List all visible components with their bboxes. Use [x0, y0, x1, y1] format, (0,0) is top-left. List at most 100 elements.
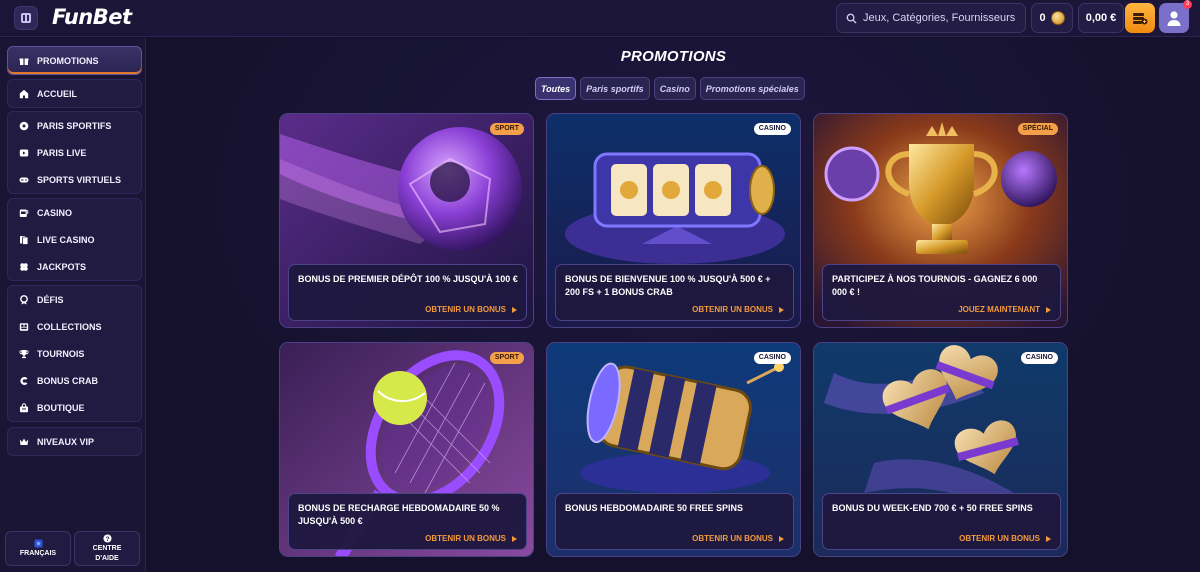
trophy-icon: [19, 349, 29, 358]
promo-title: BONUS HEBDOMADAIRE 50 FREE SPINS: [565, 503, 744, 513]
help-label-line-1: CENTRE: [92, 545, 122, 552]
sidebar-item-label: LIVE CASINO: [37, 234, 95, 245]
promo-card[interactable]: CASINO BONUS HEBDOMADAIRE 50 FREE SPINS …: [546, 342, 801, 557]
sidebar-item-accueil[interactable]: ACCUEIL: [8, 80, 141, 107]
sidebar-item-casino[interactable]: CASINO: [8, 199, 141, 226]
cta-label: OBTENIR UN BONUS: [425, 534, 506, 543]
sidebar-item-paris-live[interactable]: PARIS LIVE: [8, 139, 141, 166]
sidebar-group-vip: NIVEAUX VIP: [7, 427, 142, 456]
sidebar-item-defis[interactable]: DÉFIS: [8, 286, 141, 313]
balance-value: 0,00 €: [1085, 12, 1117, 24]
sidebar-item-label: BOUTIQUE: [37, 402, 85, 413]
soccer-ball-icon: [19, 121, 29, 130]
crown-icon: [19, 438, 29, 445]
cta-label: OBTENIR UN BONUS: [425, 305, 506, 314]
promo-title: BONUS DU WEEK-END 700 € + 50 FREE SPINS: [832, 503, 1033, 513]
cta-label: JOUEZ MAINTENANT: [958, 305, 1040, 314]
sidebar-item-boutique[interactable]: BOUTIQUE: [8, 394, 141, 421]
promo-info-panel: BONUS DE RECHARGE HEBDOMADAIRE 50 % JUSQ…: [288, 493, 527, 550]
sidebar-item-paris-sportifs[interactable]: PARIS SPORTIFS: [8, 112, 141, 139]
promo-title: BONUS DE PREMIER DÉPÔT 100 % JUSQU'À 100…: [298, 274, 518, 284]
sidebar-item-jackpots[interactable]: JACKPOTS: [8, 253, 141, 280]
tab-paris-sportifs[interactable]: Paris sportifs: [580, 77, 650, 100]
arrow-right-icon: [512, 535, 517, 542]
notification-badge: 3: [1183, 0, 1192, 9]
promo-card[interactable]: SPÉCIAL PARTICIPEZ À NOS TOURNOIS - GAGN…: [813, 113, 1068, 328]
top-bar: FunBet 0 0,00 € 3: [0, 0, 1200, 37]
sidebar-item-label: NIVEAUX VIP: [37, 436, 95, 447]
arrow-right-icon: [1046, 535, 1051, 542]
search-input[interactable]: [863, 12, 1023, 24]
sidebar-group-promotions: PROMOTIONS: [7, 46, 142, 75]
clover-icon: [20, 262, 28, 271]
shop-icon: [20, 402, 28, 412]
category-badge: CASINO: [753, 123, 791, 135]
slot-machine-icon: [19, 209, 29, 217]
tab-casino[interactable]: Casino: [653, 77, 696, 100]
sidebar-item-collections[interactable]: COLLECTIONS: [8, 313, 141, 340]
balance-display[interactable]: 0,00 €: [1078, 3, 1124, 33]
category-badge: CASINO: [1020, 352, 1058, 364]
arrow-right-icon: [512, 306, 517, 313]
arrow-right-icon: [1046, 306, 1051, 313]
sidebar-item-tournois[interactable]: TOURNOIS: [8, 340, 141, 367]
gift-icon: [19, 58, 29, 65]
tab-toutes[interactable]: Toutes: [535, 77, 577, 100]
search-box[interactable]: [836, 3, 1026, 33]
language-button[interactable]: FRANÇAIS: [5, 531, 71, 566]
sidebar-item-sports-virtuels[interactable]: SPORTS VIRTUELS: [8, 166, 141, 193]
sidebar-item-promotions[interactable]: PROMOTIONS: [8, 47, 141, 74]
claim-bonus-button[interactable]: OBTENIR UN BONUS: [692, 305, 784, 314]
svg-text:?: ?: [105, 536, 109, 543]
wallet-icon: [1133, 13, 1148, 25]
help-center-button[interactable]: ? CENTRE D'AIDE: [74, 531, 140, 566]
claim-bonus-button[interactable]: OBTENIR UN BONUS: [425, 534, 517, 543]
sidebar-toggle-button[interactable]: [14, 6, 38, 30]
promo-card[interactable]: SPORT BONUS DE PREMIER DÉPÔT 100 % JUSQU…: [279, 113, 534, 328]
gamepad-icon: [19, 177, 29, 182]
promo-title: BONUS DE RECHARGE HEBDOMADAIRE 50 % JUSQ…: [298, 503, 500, 526]
arrow-right-icon: [779, 306, 784, 313]
cta-label: OBTENIR UN BONUS: [959, 534, 1040, 543]
claim-bonus-button[interactable]: OBTENIR UN BONUS: [959, 534, 1051, 543]
promo-card[interactable]: SPORT BONUS DE RECHARGE HEBDOMADAIRE 50 …: [279, 342, 534, 557]
play-now-button[interactable]: JOUEZ MAINTENANT: [958, 305, 1051, 314]
globe-icon: [33, 539, 43, 548]
language-label: FRANÇAIS: [19, 550, 57, 557]
sidebar-item-label: ACCUEIL: [37, 88, 77, 99]
promo-title: PARTICIPEZ À NOS TOURNOIS - GAGNEZ 6 000…: [832, 274, 1038, 297]
sidebar-group-home: ACCUEIL: [7, 79, 142, 108]
promo-info-panel: BONUS DE PREMIER DÉPÔT 100 % JUSQU'À 100…: [288, 264, 527, 321]
arrow-right-icon: [779, 535, 784, 542]
cards-icon: [20, 235, 29, 245]
sidebar-group-engagement: DÉFIS COLLECTIONS TOURNOIS BONUS CRAB BO…: [7, 285, 142, 422]
promo-card[interactable]: CASINO BONUS DE BIENVENUE 100 % JUSQU'À …: [546, 113, 801, 328]
promo-info-panel: BONUS HEBDOMADAIRE 50 FREE SPINS OBTENIR…: [555, 493, 794, 550]
sidebar-item-label: JACKPOTS: [37, 261, 87, 272]
sidebar-item-niveaux-vip[interactable]: NIVEAUX VIP: [8, 428, 141, 455]
tab-promotions-speciales[interactable]: Promotions spéciales: [699, 77, 805, 100]
sidebar-item-label: SPORTS VIRTUELS: [37, 174, 122, 185]
help-icon: ?: [102, 534, 112, 543]
sidebar-item-label: CASINO: [37, 207, 73, 218]
sidebar-item-label: PARIS SPORTIFS: [37, 120, 112, 131]
sidebar-item-live-casino[interactable]: LIVE CASINO: [8, 226, 141, 253]
logo[interactable]: FunBet: [52, 5, 132, 29]
claim-bonus-button[interactable]: OBTENIR UN BONUS: [425, 305, 517, 314]
sidebar-item-label: DÉFIS: [37, 294, 64, 305]
sidebar-item-label: TOURNOIS: [37, 348, 85, 359]
promo-card[interactable]: CASINO BONUS DU WEEK-END 700 € + 50 FREE…: [813, 342, 1068, 557]
cta-label: OBTENIR UN BONUS: [692, 534, 773, 543]
profile-button[interactable]: 3: [1159, 0, 1192, 33]
sidebar: PROMOTIONS ACCUEIL PARIS SPORTIFS PARIS …: [0, 38, 146, 572]
claim-bonus-button[interactable]: OBTENIR UN BONUS: [692, 534, 784, 543]
coins-display[interactable]: 0: [1031, 3, 1073, 33]
promo-info-panel: PARTICIPEZ À NOS TOURNOIS - GAGNEZ 6 000…: [822, 264, 1061, 321]
sidebar-item-bonus-crab[interactable]: BONUS CRAB: [8, 367, 141, 394]
medal-icon: [20, 294, 28, 304]
sidebar-toggle-icon: [21, 13, 31, 23]
search-icon: [846, 13, 857, 24]
user-avatar-icon: [1167, 10, 1181, 26]
category-badge: SPORT: [489, 352, 524, 364]
deposit-button[interactable]: [1125, 3, 1155, 33]
